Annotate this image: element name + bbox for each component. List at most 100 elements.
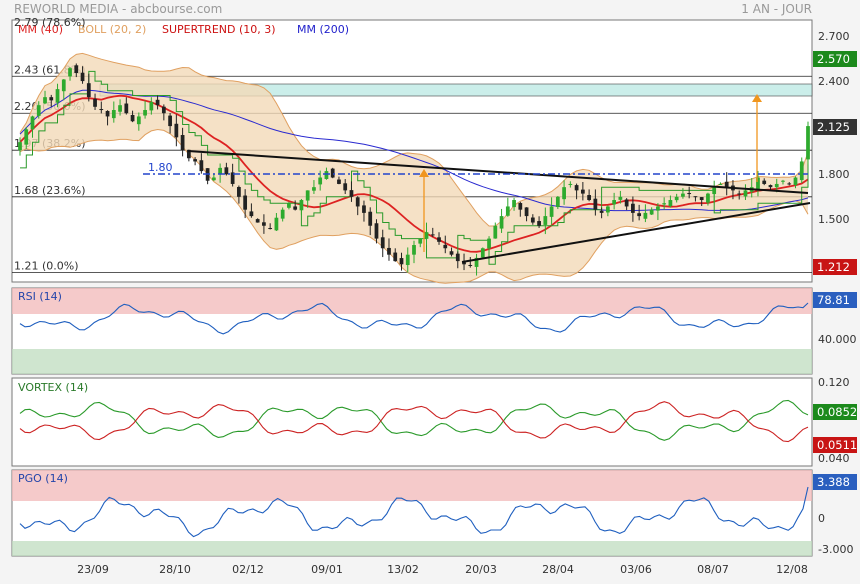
candle-body: [30, 116, 35, 130]
x-label: 03/06: [620, 563, 652, 576]
low-price-value: 1.212: [817, 260, 850, 274]
candle-body: [380, 237, 385, 249]
candle-body: [224, 167, 229, 175]
chart-title: REWORLD MEDIA - abcbourse.com: [14, 2, 222, 16]
candle-body: [549, 206, 554, 217]
candle-body: [249, 211, 254, 217]
vortex-title: VORTEX (14): [18, 381, 88, 394]
candle-body: [393, 252, 398, 262]
candle-body: [305, 190, 310, 201]
candle-body: [806, 126, 810, 160]
candle-body: [593, 198, 598, 210]
x-label: 09/01: [311, 563, 343, 576]
pgo-tick-0: 0: [818, 512, 825, 525]
candle-body: [93, 98, 97, 107]
candle-body: [193, 159, 197, 162]
candle-body: [355, 197, 360, 207]
candle-body: [793, 177, 798, 186]
candle-body: [562, 187, 566, 200]
last-price-value: 2.125: [817, 120, 850, 134]
candle-body: [274, 217, 279, 231]
candle-body: [643, 212, 648, 219]
price-tick-1800: 1.800: [818, 168, 850, 181]
candle-body: [18, 142, 22, 151]
candle-body: [768, 185, 773, 188]
candle-body: [493, 225, 498, 239]
candle-body: [124, 103, 129, 114]
candle-body: [530, 217, 535, 223]
candle-body: [49, 97, 54, 101]
candle-body: [412, 245, 416, 255]
candle-body: [430, 234, 435, 236]
x-label: 08/07: [697, 563, 729, 576]
candle-body: [574, 185, 579, 191]
fib-label-4: 1.21 (0.0%): [14, 259, 79, 272]
candle-body: [524, 207, 529, 217]
candle-body: [399, 258, 404, 265]
candle-body: [712, 187, 717, 195]
fib-label-3: 1.68 (23.6%): [14, 184, 86, 197]
candle-body: [343, 183, 348, 191]
candle-body: [36, 105, 41, 116]
candle-body: [99, 109, 104, 111]
candle-body: [387, 247, 391, 255]
stock-chart-window: 2.43 (61.8%)2.20 (50.0%)1.97 (38.2%)1.68…: [0, 0, 860, 580]
chart-period: 1 AN - JOUR: [741, 2, 812, 16]
x-label: 13/02: [387, 563, 419, 576]
candle-body: [155, 99, 160, 106]
legend-supertrend: SUPERTREND (10, 3): [162, 23, 276, 36]
candle-body: [674, 196, 679, 201]
candle-body: [543, 216, 548, 225]
candle-body: [631, 203, 635, 213]
candle-body: [24, 129, 29, 145]
candle-body: [693, 196, 698, 198]
candle-body: [437, 237, 441, 242]
level-180-label: 1.80: [148, 161, 173, 174]
candle-body: [174, 123, 179, 138]
vortex-panel: [11, 377, 813, 467]
candle-body: [487, 238, 491, 249]
pgo-title: PGO (14): [18, 472, 68, 485]
chart-canvas: 2.43 (61.8%)2.20 (50.0%)1.97 (38.2%)1.68…: [0, 0, 860, 580]
candle-body: [86, 83, 91, 98]
candle-body: [118, 105, 122, 112]
vortex-tick-0040: 0.040: [818, 452, 850, 465]
candle-body: [280, 209, 285, 219]
price-tick-2700: 2.700: [818, 30, 850, 43]
legend-ma200: MM (200): [297, 23, 349, 36]
candle-body: [605, 206, 610, 213]
vortex-tick-0120: 0.120: [818, 376, 850, 389]
supertrend-value: 2.570: [817, 52, 850, 66]
candle-body: [61, 79, 66, 92]
pgo-oversold-zone: [12, 541, 812, 556]
candle-body: [668, 200, 673, 207]
x-label: 20/03: [465, 563, 497, 576]
candle-body: [537, 221, 541, 226]
candle-body: [787, 183, 792, 185]
candle-body: [268, 228, 273, 230]
candle-body: [618, 196, 623, 200]
candle-body: [80, 72, 85, 82]
candle-body: [68, 68, 72, 77]
candle-body: [161, 106, 166, 114]
candle-body: [136, 116, 141, 125]
candle-body: [374, 223, 379, 239]
vortex-minus-value: 0.0511: [817, 438, 857, 452]
pgo-overbought-zone: [12, 470, 812, 501]
candle-body: [737, 193, 742, 195]
candle-body: [455, 253, 460, 262]
candle-body: [687, 193, 692, 195]
candle-body: [362, 205, 366, 213]
candle-body: [637, 213, 642, 217]
price-tick-2400: 2.400: [818, 75, 850, 88]
candle-body: [505, 206, 510, 216]
candle-body: [718, 183, 723, 185]
candle-body: [743, 190, 748, 197]
candle-body: [149, 101, 154, 111]
candle-body: [468, 264, 473, 266]
candle-body: [255, 219, 260, 223]
candle-body: [368, 211, 373, 226]
candle-body: [74, 65, 79, 74]
candle-body: [555, 196, 560, 208]
candle-body: [293, 206, 298, 210]
